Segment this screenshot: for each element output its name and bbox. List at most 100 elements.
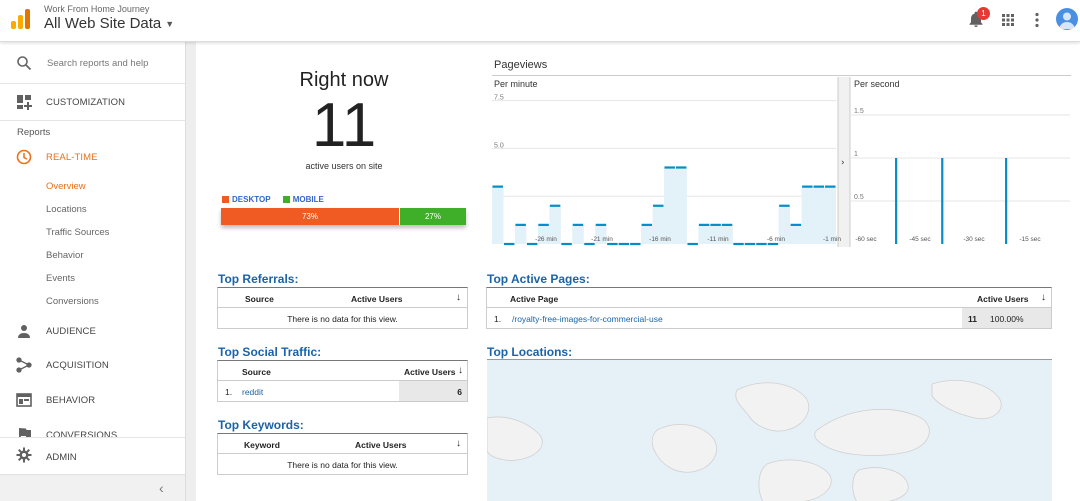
users-value: 11 [968,314,977,324]
y-tick-label: 5.0 [494,142,504,149]
pageviews-title: Pageviews [494,59,548,71]
active-users-count: 11 [311,91,377,160]
active-users-label: active users on site [305,161,383,171]
analytics-logo[interactable] [11,9,31,29]
top-social-title: Top Social Traffic: [218,345,322,359]
x-tick-label: -60 sec [855,236,877,243]
legend-desktop-label: DESKTOP [232,195,271,204]
person-icon [18,325,30,338]
property-name: All Web Site Data [44,15,162,32]
behavior-window-icon [16,393,32,407]
y-tick-label: 1 [854,151,858,158]
nav-realtime-traffic-sources[interactable]: Traffic Sources [46,227,109,238]
sort-desc-icon[interactable]: ↓ [456,438,461,449]
x-tick-label: -16 min [649,236,671,243]
nav-behavior[interactable]: BEHAVIOR [0,386,185,414]
more-vert-icon[interactable] [1027,10,1047,30]
nav-label: CUSTOMIZATION [46,97,126,108]
nav-realtime-events[interactable]: Events [46,273,75,284]
search-reports[interactable]: Search reports and help [0,42,185,84]
sort-desc-icon[interactable]: ↓ [456,292,461,303]
x-tick-label: -1 min [823,236,841,243]
legend-mobile-label: MOBILE [292,195,324,204]
reports-heading: Reports [17,127,51,138]
collapse-sidebar-button[interactable]: ‹ [0,474,185,501]
property-selector[interactable]: All Web Site Data ▼ [44,15,174,32]
right-now-title: Right now [299,69,389,91]
top-keywords-table: Keyword Active Users ↓ There is no data … [217,433,468,475]
empty-message: There is no data for this view. [287,314,398,324]
x-tick-label: -11 min [707,236,729,243]
legend-desktop: DESKTOP [222,195,271,204]
source-link[interactable]: reddit [242,387,263,397]
dashboard-icon [17,95,32,110]
top-referrals-title: Top Referrals: [218,272,299,286]
col-source[interactable]: Source [245,294,274,304]
nav-label: AUDIENCE [46,326,96,337]
col-active-users[interactable]: Active Users [404,367,456,377]
nav-label: REAL-TIME [46,152,98,163]
apps-grid-icon[interactable] [998,10,1018,30]
top-pages-title: Top Active Pages: [487,272,590,286]
pageviews-chart: › 7.55.02.5 1.510.5 Per minutePer second… [492,77,1070,247]
clock-icon [16,149,32,165]
empty-message: There is no data for this view. [287,460,398,470]
gear-icon [16,447,32,463]
caret-down-icon: ▼ [165,19,175,30]
top-pages-table: Active Page Active Users ↓ 1. /royalty-f… [486,287,1052,329]
user-avatar[interactable] [1056,8,1078,30]
search-placeholder: Search reports and help [47,58,149,69]
row-index: 1. [494,314,502,324]
table-header: Keyword Active Users ↓ [218,434,467,454]
users-percent: 100.00% [990,314,1024,324]
x-tick-label: -30 sec [963,236,985,243]
col-keyword[interactable]: Keyword [244,440,280,450]
nav-acquisition[interactable]: ACQUISITION [0,351,185,379]
chevron-left-icon: ‹ [159,480,164,496]
notification-badge: 1 [977,7,990,20]
acquisition-icon [16,357,32,373]
nav-realtime[interactable]: REAL-TIME [0,143,185,171]
table-row[interactable]: 1. reddit 6 [218,381,467,401]
account-name: Work From Home Journey [44,4,150,14]
y-tick-label: 1.5 [854,108,864,115]
nav-realtime-locations[interactable]: Locations [46,204,87,215]
table-header: Active Page Active Users ↓ [487,288,1051,308]
legend-mobile: MOBILE [282,195,324,204]
table-header: Source Active Users ↓ [218,361,467,381]
realtime-overview-panel: Right now 11 active users on site DESKTO… [196,42,1080,501]
nav-audience[interactable]: AUDIENCE [0,317,185,345]
nav-realtime-overview[interactable]: Overview [46,181,86,192]
page-link[interactable]: /royalty-free-images-for-commercial-use [512,314,663,324]
col-active-users[interactable]: Active Users [351,294,403,304]
nav-admin[interactable]: ADMIN [0,437,185,474]
col-active-users[interactable]: Active Users [355,440,407,450]
nav-label: BEHAVIOR [46,395,96,406]
app-header: Work From Home Journey All Web Site Data… [0,0,1080,42]
sort-desc-icon[interactable]: ↓ [458,365,463,376]
nav-label: ACQUISITION [46,360,109,371]
per-minute-label: Per minute [494,79,538,89]
nav-customization[interactable]: CUSTOMIZATION [0,88,185,116]
chevron-right-icon[interactable]: › [841,158,845,168]
x-tick-label: -45 sec [909,236,931,243]
sidebar: Search reports and help CUSTOMIZATION Re… [0,42,186,501]
x-tick-label: -6 min [767,236,785,243]
locations-map[interactable] [487,359,1052,501]
col-active-page[interactable]: Active Page [510,294,558,304]
col-source[interactable]: Source [242,367,271,377]
table-row[interactable]: 1. /royalty-free-images-for-commercial-u… [487,308,1051,328]
nav-realtime-conversions[interactable]: Conversions [46,296,99,307]
row-index: 1. [225,387,233,397]
world-map-graphic [487,380,1002,501]
nav-realtime-behavior[interactable]: Behavior [46,250,84,261]
y-tick-label: 0.5 [854,194,864,201]
sort-desc-icon[interactable]: ↓ [1041,292,1046,303]
users-cell: 6 [399,381,467,401]
top-referrals-table: Source Active Users ↓ There is no data f… [217,287,468,329]
mobile-swatch [282,196,290,204]
per-second-label: Per second [854,79,900,89]
users-cell: 11 100.00% [962,308,1051,328]
col-active-users[interactable]: Active Users [977,294,1029,304]
users-value: 6 [457,387,462,397]
